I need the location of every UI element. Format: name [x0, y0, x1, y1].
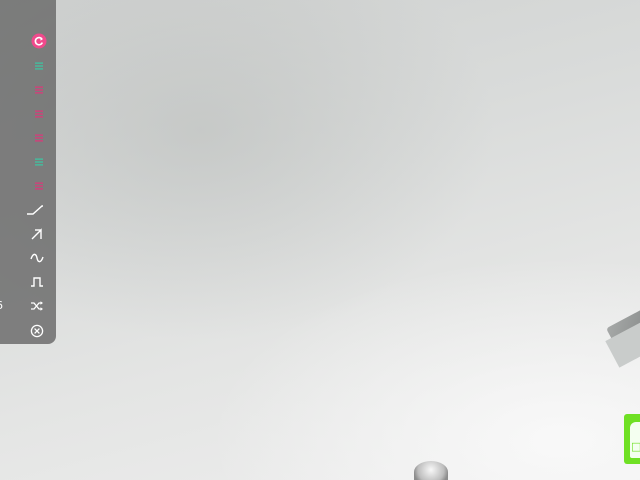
control-panel: ☒: [0, 0, 56, 344]
floor-object: [414, 461, 448, 480]
ramp-wave-icon[interactable]: [25, 200, 45, 220]
green-marker-glyph: □: [631, 440, 640, 453]
shuffle-row-label: -6: [0, 300, 3, 312]
menu-lines-icon-1[interactable]: [29, 56, 49, 76]
square-wave-icon[interactable]: [27, 272, 47, 292]
menu-lines-icon-4[interactable]: [29, 128, 49, 148]
close-circle-icon[interactable]: [27, 321, 47, 341]
sawtooth-wave-icon[interactable]: [27, 224, 47, 244]
refresh-pink-icon[interactable]: [29, 31, 49, 51]
sine-wave-icon[interactable]: [27, 248, 47, 268]
menu-lines-icon-3[interactable]: [29, 104, 49, 124]
menu-lines-icon-2[interactable]: [29, 80, 49, 100]
camera-view: □ ☒: [0, 0, 640, 480]
menu-lines-icon-5[interactable]: [29, 152, 49, 172]
menu-lines-icon-6[interactable]: [29, 176, 49, 196]
shuffle-icon[interactable]: [27, 296, 47, 316]
